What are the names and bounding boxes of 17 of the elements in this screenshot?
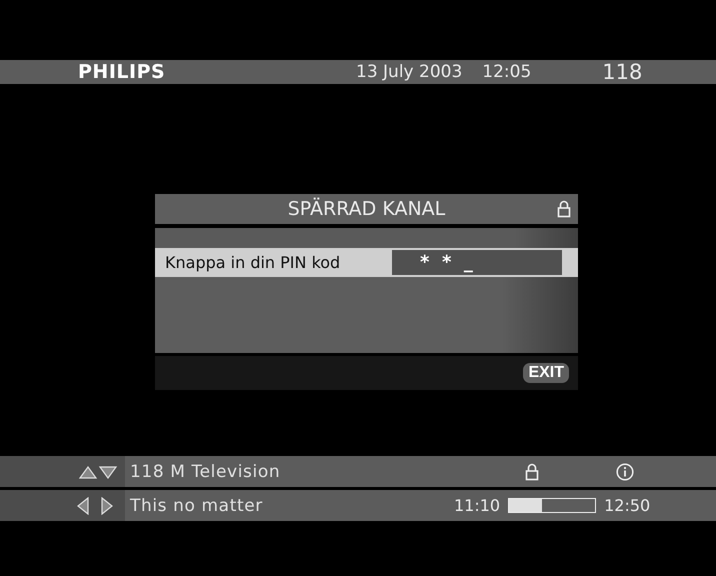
dialog-title: SPÄRRAD KANAL <box>288 198 446 220</box>
clock: 12:05 <box>482 62 532 82</box>
channel-number: 118 <box>602 60 642 84</box>
date: 13 July 2003 <box>356 62 462 82</box>
exit-button[interactable]: EXIT <box>523 363 569 383</box>
up-down-arrows-icon <box>79 464 119 478</box>
end-time: 12:50 <box>604 496 650 515</box>
channel-name: 118 M Television <box>130 462 282 482</box>
pin-field[interactable]: * * _ <box>392 250 562 275</box>
program-title: This no matter <box>130 496 264 516</box>
brand-logo: PHILIPS <box>78 61 166 83</box>
start-time: 11:10 <box>454 496 500 515</box>
left-right-arrows-icon <box>75 496 115 514</box>
info-icon <box>616 462 634 480</box>
lock-icon <box>525 462 539 480</box>
pin-prompt: Knappa in din PIN kod <box>165 253 342 272</box>
lock-icon <box>557 200 571 218</box>
